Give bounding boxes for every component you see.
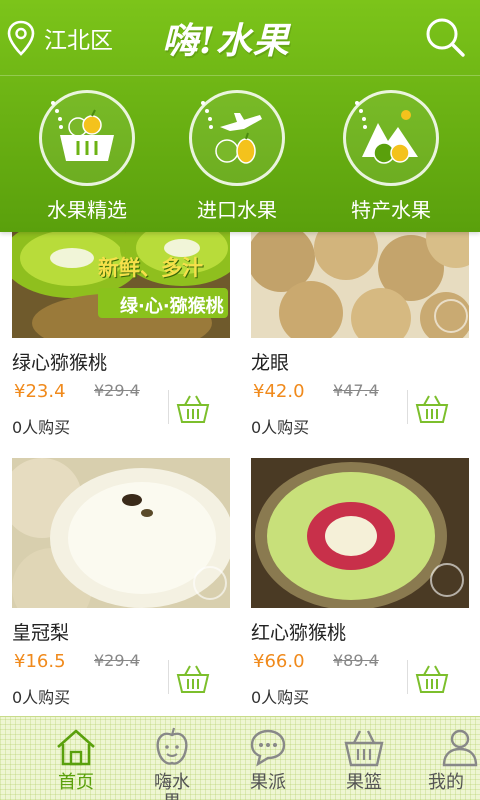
category-imported-fruit[interactable]: 进口水果 <box>166 90 306 225</box>
category-label: 进口水果 <box>197 198 277 222</box>
category-icon-ring <box>39 90 135 186</box>
product-name[interactable]: 绿心猕猴桃 <box>12 348 107 375</box>
divider <box>407 660 408 694</box>
location-pin-icon <box>7 20 35 56</box>
tab-fruit-basket[interactable]: 果篮 <box>316 717 412 800</box>
product-image-longan[interactable] <box>251 232 469 338</box>
divider <box>168 660 169 694</box>
product-original-price: ¥89.4 <box>333 651 379 670</box>
category-selected-fruit[interactable]: 水果精选 <box>16 90 156 225</box>
location-label: 江北区 <box>44 28 113 54</box>
product-name[interactable]: 龙眼 <box>251 348 289 375</box>
product-grid[interactable]: 新鲜、多汁 绿·心·猕猴桃 绿心猕猴桃 ¥23.4 ¥29.4 0人购买 龙眼 … <box>0 232 480 716</box>
product-buyer-count: 0人购买 <box>251 688 310 707</box>
product-price: ¥23.4 <box>14 381 66 402</box>
user-icon <box>442 729 478 767</box>
category-label: 特产水果 <box>351 198 431 222</box>
add-to-basket-icon[interactable] <box>415 664 449 694</box>
tab-label: 嗨水果 <box>154 772 190 800</box>
banner-headline: 新鲜、多汁 <box>98 256 203 280</box>
product-buyer-count: 0人购买 <box>251 418 310 437</box>
product-buyer-count: 0人购买 <box>12 418 71 437</box>
decorative-dots-icon <box>355 101 367 129</box>
tab-hi-fruit[interactable]: 嗨水果 <box>124 717 220 800</box>
bottom-tab-bar: 首页 嗨水果 果派 果篮 我的 <box>0 716 480 800</box>
product-name[interactable]: 红心猕猴桃 <box>251 618 346 645</box>
product-price: ¥42.0 <box>253 381 305 402</box>
category-icon-ring <box>343 90 439 186</box>
product-buyer-count: 0人购买 <box>12 688 71 707</box>
tab-label: 果篮 <box>346 772 382 793</box>
apple-face-icon <box>156 727 188 765</box>
product-image-crown-pear[interactable] <box>12 458 230 608</box>
tab-label: 果派 <box>250 772 286 793</box>
product-original-price: ¥29.4 <box>94 651 140 670</box>
category-icon-ring <box>189 90 285 186</box>
app-logo: 嗨!水果 <box>162 20 290 62</box>
divider <box>407 390 408 424</box>
decorative-dots-icon <box>201 101 213 129</box>
product-image-green-kiwi[interactable]: 新鲜、多汁 绿·心·猕猴桃 <box>12 232 230 338</box>
tab-home[interactable]: 首页 <box>28 717 124 800</box>
product-original-price: ¥47.4 <box>333 381 379 400</box>
category-specialty-fruit[interactable]: 特产水果 <box>320 90 460 225</box>
add-to-basket-icon[interactable] <box>176 394 210 424</box>
tab-mine[interactable]: 我的 <box>412 717 480 800</box>
decorative-dots-icon <box>51 101 63 129</box>
red-kiwi-photo <box>251 458 469 608</box>
search-icon[interactable] <box>424 16 466 58</box>
banner-subline: 绿·心·猕猴桃 <box>120 296 224 317</box>
add-to-basket-icon[interactable] <box>415 394 449 424</box>
divider <box>168 390 169 424</box>
tab-label: 我的 <box>428 772 464 793</box>
category-label: 水果精选 <box>47 198 127 222</box>
product-name[interactable]: 皇冠梨 <box>12 618 69 645</box>
pear-photo <box>12 458 230 608</box>
tab-fruit-pie[interactable]: 果派 <box>220 717 316 800</box>
product-price: ¥16.5 <box>14 651 66 672</box>
add-to-basket-icon[interactable] <box>176 664 210 694</box>
chat-bubble-icon <box>250 729 286 767</box>
basket-icon <box>344 730 384 767</box>
location-selector[interactable]: 江北区 <box>6 20 113 56</box>
product-price: ¥66.0 <box>253 651 305 672</box>
longan-photo <box>251 232 469 338</box>
app-header: 江北区 嗨!水果 水果精选 进口水果 特产水果 <box>0 0 480 232</box>
home-icon <box>57 729 95 766</box>
top-bar: 江北区 嗨!水果 <box>0 0 480 76</box>
category-row: 水果精选 进口水果 特产水果 <box>0 90 480 225</box>
product-original-price: ¥29.4 <box>94 381 140 400</box>
tab-label: 首页 <box>58 772 94 793</box>
kiwi-photo <box>12 232 230 338</box>
product-image-red-kiwi[interactable] <box>251 458 469 608</box>
